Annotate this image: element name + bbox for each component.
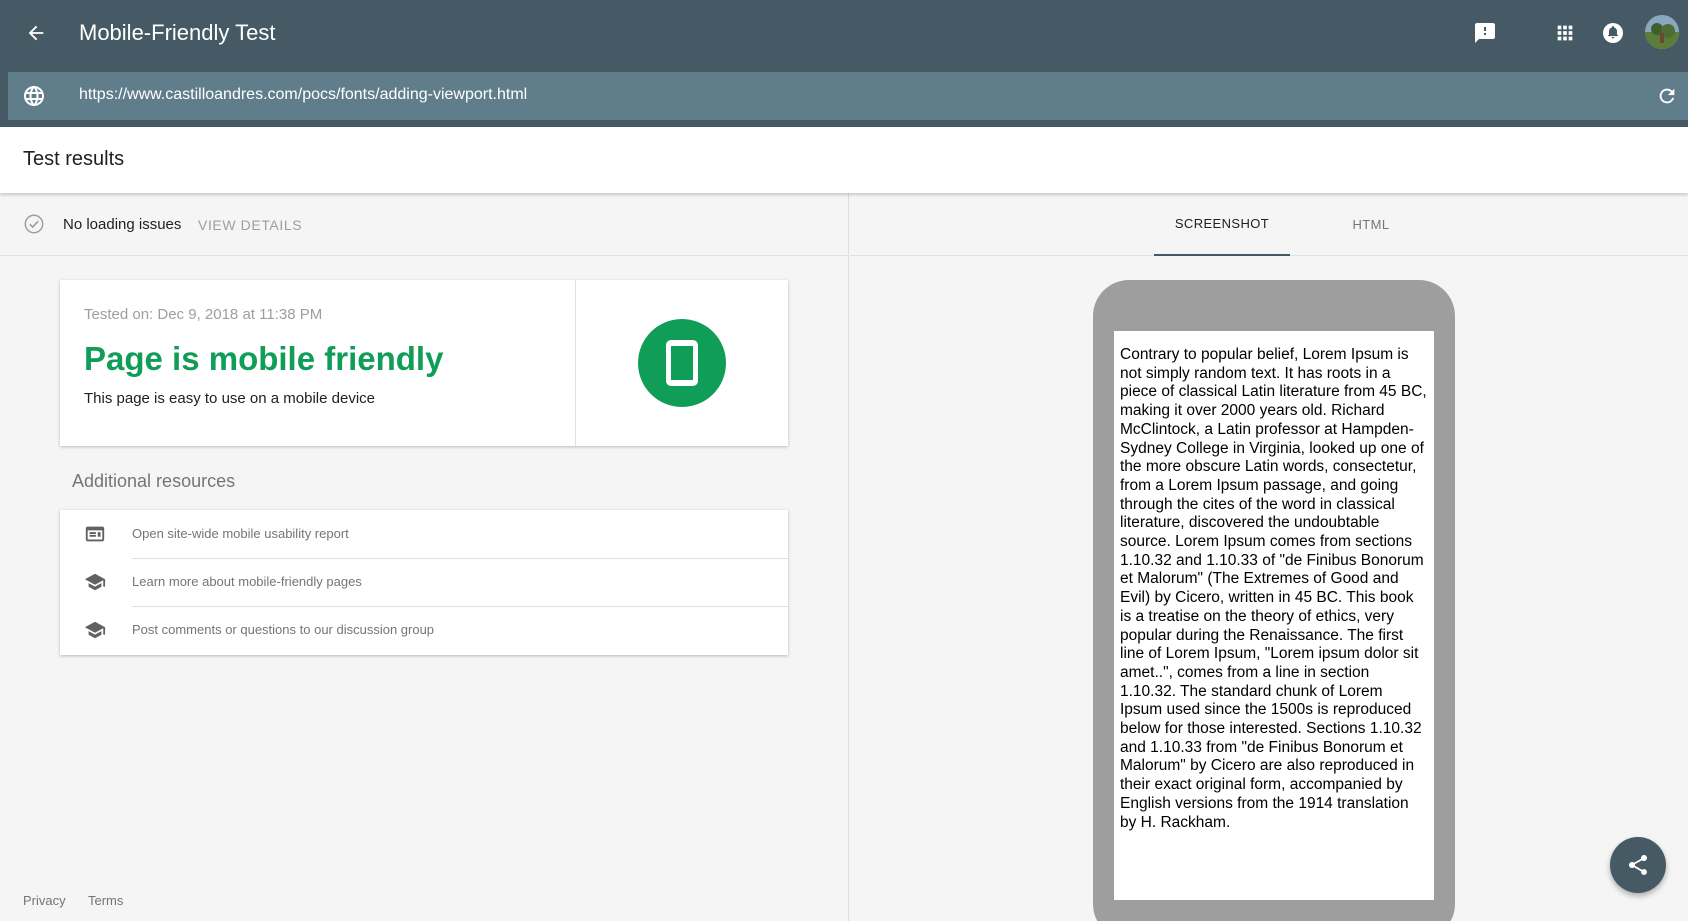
tested-on-text: Tested on: Dec 9, 2018 at 11:38 PM <box>84 306 323 323</box>
share-icon <box>1626 853 1650 877</box>
left-pane: No loading issues VIEW DETAILS Tested on… <box>0 193 849 921</box>
app-title: Mobile-Friendly Test <box>79 20 276 45</box>
resource-label[interactable]: Learn more about mobile-friendly pages <box>132 574 362 589</box>
check-circle-icon <box>23 213 45 235</box>
result-card: Tested on: Dec 9, 2018 at 11:38 PM Page … <box>60 280 788 446</box>
globe-icon <box>22 84 46 108</box>
resource-label[interactable]: Post comments or questions to our discus… <box>132 622 434 637</box>
url-text[interactable]: https://www.castilloandres.com/pocs/font… <box>79 86 527 104</box>
feedback-icon[interactable] <box>1469 17 1501 49</box>
preview-text: Contrary to popular belief, Lorem Ipsum … <box>1120 346 1427 831</box>
loading-status-row: No loading issues VIEW DETAILS <box>0 193 849 256</box>
phone-screenshot: Contrary to popular belief, Lorem Ipsum … <box>1114 331 1434 900</box>
privacy-link[interactable]: Privacy <box>23 893 66 908</box>
avatar[interactable] <box>1645 15 1679 49</box>
verdict-heading: Page is mobile friendly <box>84 340 444 377</box>
smartphone-icon <box>638 319 726 407</box>
list-item[interactable]: Post comments or questions to our discus… <box>60 606 788 654</box>
terms-link[interactable]: Terms <box>88 893 123 908</box>
school-icon <box>84 619 106 641</box>
report-icon <box>84 523 106 545</box>
list-item[interactable]: Open site-wide mobile usability report <box>60 510 788 558</box>
share-button[interactable] <box>1610 837 1666 893</box>
loading-status-text: No loading issues <box>63 216 182 233</box>
resources-list: Open site-wide mobile usability report L… <box>60 510 788 655</box>
apps-grid-icon[interactable] <box>1549 17 1581 49</box>
resources-title: Additional resources <box>72 471 236 491</box>
list-item[interactable]: Learn more about mobile-friendly pages <box>60 558 788 606</box>
phone-frame: Contrary to popular belief, Lorem Ipsum … <box>1093 280 1455 921</box>
notifications-icon[interactable] <box>1597 17 1629 49</box>
back-arrow-icon[interactable] <box>20 17 52 49</box>
page-title: Test results <box>23 148 125 170</box>
url-bar[interactable]: https://www.castilloandres.com/pocs/font… <box>8 72 1688 120</box>
view-details-button[interactable]: VIEW DETAILS <box>198 217 302 233</box>
app-bar: Mobile-Friendly Test https://www.castill… <box>0 0 1688 127</box>
school-icon <box>84 571 106 593</box>
tab-html[interactable]: HTML <box>1308 193 1434 256</box>
tab-screenshot[interactable]: SCREENSHOT <box>1154 193 1290 256</box>
verdict-subtitle: This page is easy to use on a mobile dev… <box>84 390 375 407</box>
right-pane: SCREENSHOT HTML Contrary to popular beli… <box>850 193 1688 921</box>
preview-tabs: SCREENSHOT HTML <box>850 193 1688 256</box>
refresh-icon[interactable] <box>1654 83 1680 109</box>
card-divider <box>575 280 576 446</box>
resource-label[interactable]: Open site-wide mobile usability report <box>132 526 349 541</box>
results-header: Test results <box>0 127 1688 193</box>
